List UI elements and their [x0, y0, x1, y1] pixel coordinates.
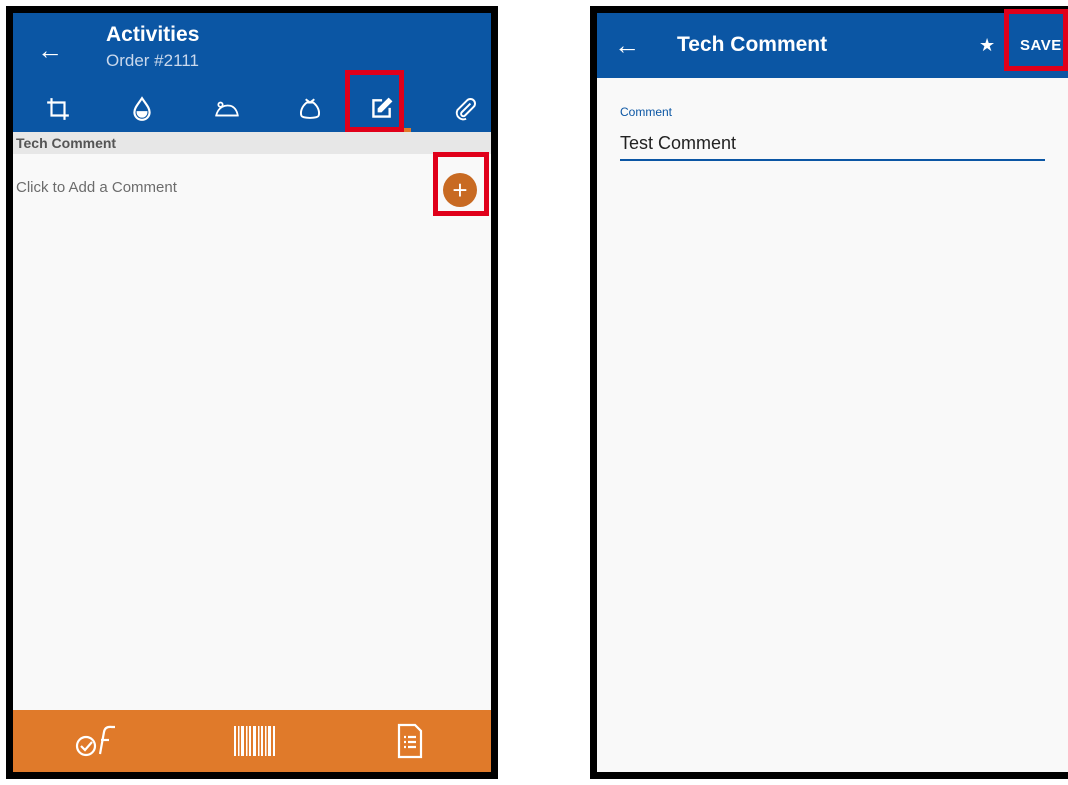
arrow-left-icon[interactable]: ←	[37, 37, 63, 63]
barcode-scan-button[interactable]	[230, 722, 280, 760]
tab-sack[interactable]	[280, 85, 340, 132]
tab-water[interactable]	[112, 85, 172, 132]
complete-service-button[interactable]	[68, 722, 128, 760]
add-comment-button[interactable]: +	[443, 173, 477, 207]
save-button[interactable]: SAVE	[1020, 37, 1062, 54]
barcode-icon	[234, 726, 275, 756]
page-title: Activities	[106, 23, 200, 46]
tab-comment[interactable]	[351, 85, 411, 132]
tab-rodent[interactable]	[197, 85, 257, 132]
activities-screen: ← Activities Order #2111 Tech Comment Cl…	[6, 6, 498, 779]
page-title: Tech Comment	[677, 33, 828, 56]
edit-note-icon	[372, 97, 393, 118]
tab-crop[interactable]	[28, 85, 88, 132]
comment-input[interactable]	[620, 127, 1045, 161]
water-drop-icon	[133, 95, 151, 121]
section-header: Tech Comment	[13, 132, 491, 154]
plus-icon: +	[452, 175, 468, 205]
crop-icon	[47, 97, 69, 120]
check-wrench-icon	[75, 725, 115, 757]
paperclip-icon	[455, 97, 476, 120]
sack-icon	[299, 97, 321, 119]
document-button[interactable]	[390, 722, 430, 760]
arrow-left-icon[interactable]: ←	[614, 32, 640, 58]
document-icon	[397, 723, 423, 759]
comment-field-label: Comment	[620, 105, 673, 119]
bottom-toolbar	[13, 710, 491, 772]
star-icon[interactable]: ★	[979, 35, 995, 56]
activities-app-bar: ← Activities Order #2111	[13, 13, 491, 132]
activity-tabs	[13, 85, 491, 132]
rodent-icon	[215, 101, 239, 116]
tab-attachments[interactable]	[435, 85, 491, 132]
order-number: Order #2111	[106, 51, 199, 70]
add-comment-hint[interactable]: Click to Add a Comment	[16, 179, 177, 196]
tech-comment-screen: ← Tech Comment ★ SAVE Comment	[590, 6, 1068, 779]
tech-comment-app-bar: ← Tech Comment ★ SAVE	[597, 13, 1068, 78]
